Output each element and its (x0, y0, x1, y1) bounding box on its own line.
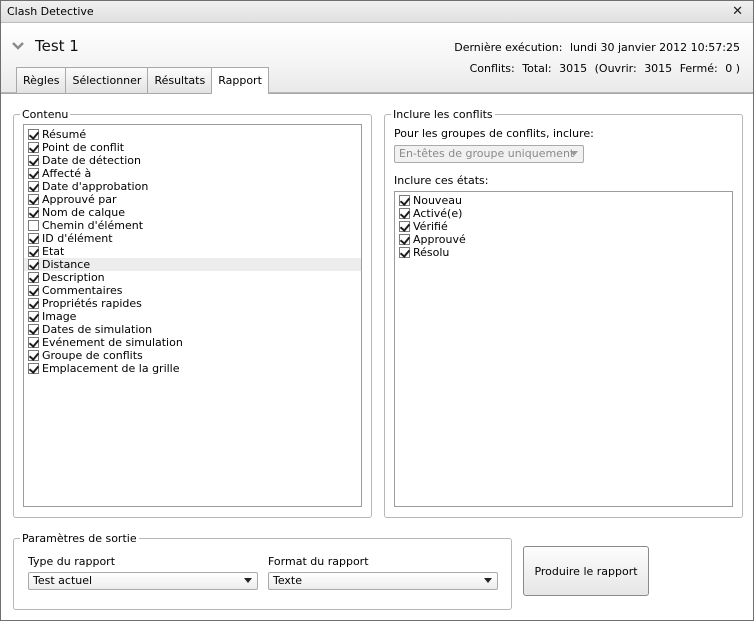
total-value: 3015 (559, 62, 588, 75)
checkbox[interactable] (28, 233, 39, 244)
report-panel: Contenu Résumé Point de conflit Date de … (1, 93, 753, 620)
checkbox[interactable] (399, 221, 410, 232)
report-type-dropdown[interactable]: Test actuel (28, 572, 258, 590)
clash-detective-window: Clash Detective ✕ Test 1 Dernière exécut… (0, 0, 754, 621)
closed-value: 0 ) (725, 62, 740, 75)
conflicts-summary: Conflits: Total: 3015 (Ouvrir: 3015 Ferm… (466, 62, 740, 75)
content-item-date-de-detection[interactable]: Date de détection (24, 154, 361, 167)
state-item-resolu[interactable]: Résolu (395, 246, 732, 259)
content-item-date-approbation[interactable]: Date d'approbation (24, 180, 361, 193)
content-item-etat[interactable]: Etat (24, 245, 361, 258)
checkbox[interactable] (28, 168, 39, 179)
content-legend: Contenu (20, 108, 71, 121)
content-item-description[interactable]: Description (24, 271, 361, 284)
close-icon[interactable]: ✕ (732, 4, 743, 19)
groups-include-dropdown[interactable]: En-têtes de groupe uniquement (394, 145, 584, 163)
content-item-resume[interactable]: Résumé (24, 128, 361, 141)
closed-label: Fermé: (679, 62, 718, 75)
tab-regles[interactable]: Règles (16, 67, 67, 93)
groups-label: Pour les groupes de conflits, inclure: (394, 127, 594, 140)
checkbox[interactable] (28, 194, 39, 205)
include-legend: Inclure les conflits (391, 108, 495, 121)
tab-selectionner[interactable]: Sélectionner (65, 67, 149, 93)
checkbox[interactable] (28, 129, 39, 140)
content-item-nom-de-calque[interactable]: Nom de calque (24, 206, 361, 219)
checkbox[interactable] (28, 272, 39, 283)
content-item-chemin-element[interactable]: Chemin d'élément (24, 219, 361, 232)
checkbox[interactable] (399, 247, 410, 258)
total-label: Total: (522, 62, 552, 75)
title-bar: Clash Detective ✕ (1, 1, 753, 23)
checkbox[interactable] (28, 155, 39, 166)
states-label: Inclure ces états: (394, 174, 489, 187)
checkbox[interactable] (28, 298, 39, 309)
last-run-info: Dernière exécution: lundi 30 janvier 201… (450, 41, 740, 54)
content-group: Contenu Résumé Point de conflit Date de … (13, 108, 372, 518)
dropdown-arrow-icon (570, 151, 578, 156)
checkbox[interactable] (28, 350, 39, 361)
content-item-proprietes-rapides[interactable]: Propriétés rapides (24, 297, 361, 310)
last-run-label: Dernière exécution: (454, 41, 563, 54)
content-item-groupe-de-conflits[interactable]: Groupe de conflits (24, 349, 361, 362)
content-item-approuve-par[interactable]: Approuvé par (24, 193, 361, 206)
tab-bar: Règles Sélectionner Résultats Rapport (16, 67, 269, 94)
states-listbox[interactable]: Nouveau Activé(e) Vérifié Approuvé Résol… (394, 191, 733, 507)
content-item-id-element[interactable]: ID d'élément (24, 232, 361, 245)
content-item-commentaires[interactable]: Commentaires (24, 284, 361, 297)
open-value: 3015 (644, 62, 673, 75)
content-item-evenement-de-simulation[interactable]: Evénement de simulation (24, 336, 361, 349)
state-item-nouveau[interactable]: Nouveau (395, 194, 732, 207)
report-format-dropdown[interactable]: Texte (268, 572, 498, 590)
content-item-emplacement-grille[interactable]: Emplacement de la grille (24, 362, 361, 375)
chevron-down-icon[interactable] (11, 39, 25, 53)
checkbox[interactable] (399, 234, 410, 245)
checkbox[interactable] (399, 208, 410, 219)
tab-resultats[interactable]: Résultats (147, 67, 213, 93)
open-label: (Ouvrir: (594, 62, 637, 75)
content-item-distance[interactable]: Distance (24, 258, 361, 271)
include-conflicts-group: Inclure les conflits Pour les groupes de… (384, 108, 743, 518)
test-name: Test 1 (35, 37, 79, 55)
checkbox[interactable] (28, 337, 39, 348)
content-item-dates-de-simulation[interactable]: Dates de simulation (24, 323, 361, 336)
report-type-label: Type du rapport (28, 555, 116, 568)
checkbox[interactable] (399, 195, 410, 206)
tab-rapport[interactable]: Rapport (211, 67, 269, 94)
content-listbox[interactable]: Résumé Point de conflit Date de détectio… (23, 124, 362, 507)
checkbox[interactable] (28, 142, 39, 153)
checkbox[interactable] (28, 246, 39, 257)
conflicts-label: Conflits: (469, 62, 515, 75)
content-item-image[interactable]: Image (24, 310, 361, 323)
report-format-label: Format du rapport (268, 555, 369, 568)
content-item-affecte-a[interactable]: Affecté à (24, 167, 361, 180)
checkbox[interactable] (28, 324, 39, 335)
produce-report-button[interactable]: Produire le rapport (523, 546, 649, 596)
state-item-verifie[interactable]: Vérifié (395, 220, 732, 233)
output-legend: Paramètres de sortie (20, 532, 139, 545)
state-item-active[interactable]: Activé(e) (395, 207, 732, 220)
checkbox[interactable] (28, 259, 39, 270)
dropdown-arrow-icon (244, 578, 252, 583)
test-header: Test 1 Dernière exécution: lundi 30 janv… (1, 23, 753, 94)
checkbox[interactable] (28, 207, 39, 218)
last-run-value: lundi 30 janvier 2012 10:57:25 (569, 41, 740, 54)
state-item-approuve[interactable]: Approuvé (395, 233, 732, 246)
dropdown-arrow-icon (484, 578, 492, 583)
checkbox[interactable] (28, 311, 39, 322)
checkbox[interactable] (28, 220, 39, 231)
checkbox[interactable] (28, 181, 39, 192)
checkbox[interactable] (28, 285, 39, 296)
checkbox[interactable] (28, 363, 39, 374)
window-title: Clash Detective (7, 5, 94, 18)
content-item-point-de-conflit[interactable]: Point de conflit (24, 141, 361, 154)
output-settings-group: Paramètres de sortie Type du rapport Tes… (13, 532, 512, 610)
